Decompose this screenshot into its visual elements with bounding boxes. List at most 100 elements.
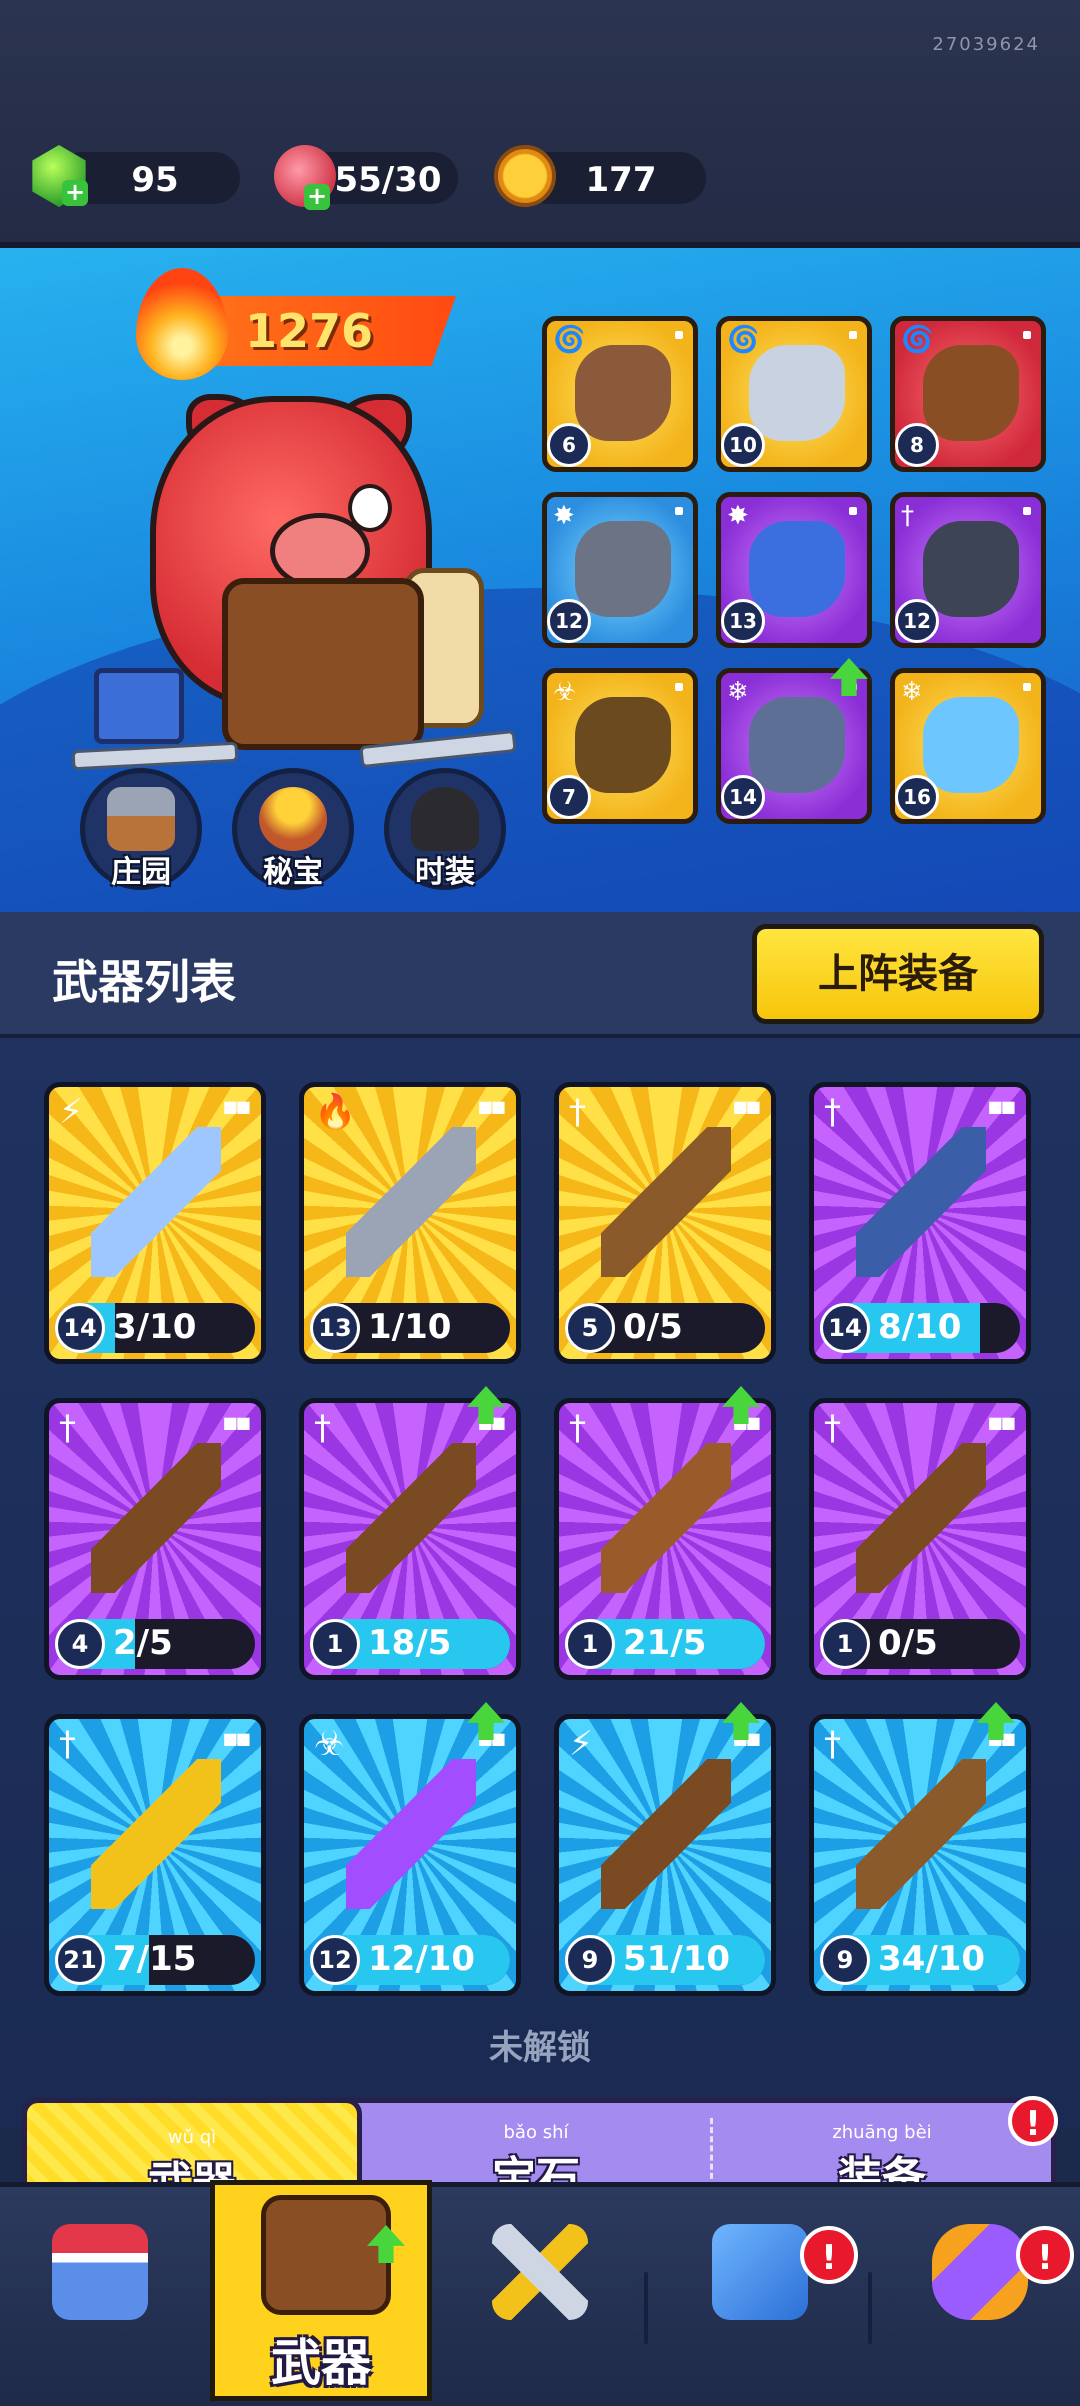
snowflake-icon: ❄ — [901, 677, 923, 707]
progress-text: 0/5 — [878, 1623, 938, 1663]
sword-icon: † — [314, 1408, 331, 1448]
toxic-icon: ☣ — [553, 677, 577, 707]
ice-crystal-icon — [923, 697, 1019, 793]
gem-value: 95 — [131, 160, 179, 200]
nav-weapons[interactable]: 武器 — [210, 2180, 432, 2401]
equipped-slot[interactable]: ❄ 16 — [890, 668, 1046, 824]
star-dots: ■■ — [987, 1097, 1016, 1116]
level-badge: 14 — [55, 1303, 105, 1353]
nav-shop[interactable] — [20, 2190, 180, 2390]
level-badge: 6 — [547, 423, 591, 467]
weapon-card[interactable]: † ■■ 2/5 4 — [44, 1398, 266, 1680]
level-badge: 16 — [895, 775, 939, 819]
equipped-slot[interactable]: ✸ 12 — [542, 492, 698, 648]
crossed-swords-icon — [492, 2224, 588, 2320]
coin-icon — [494, 145, 556, 207]
equipment-alert-icon: ! — [1008, 2096, 1058, 2146]
frost-wand-icon — [749, 697, 845, 793]
capsule-alert-icon: ! — [1016, 2226, 1074, 2284]
progress-text: 18/5 — [368, 1623, 452, 1663]
sword-icon: † — [59, 1724, 76, 1764]
nunchaku-icon — [601, 1759, 731, 1909]
weapon-card[interactable]: † ■■ 8/10 14 — [809, 1082, 1031, 1364]
gem-counter[interactable]: 95 — [70, 152, 240, 204]
equipped-slot[interactable]: † 12 — [890, 492, 1046, 648]
lightning-icon: ⚡ — [59, 1092, 83, 1132]
snowflake-icon: ❄ — [727, 677, 749, 707]
build-id: 27039624 — [932, 34, 1040, 55]
costume-button[interactable]: 时装 — [384, 768, 506, 890]
weapon-card[interactable]: † ■■ 7/15 21 — [44, 1714, 266, 1996]
sword-icon: † — [824, 1408, 841, 1448]
equip-button[interactable]: 上阵装备 — [752, 924, 1044, 1024]
weapon-list-title: 武器列表 — [52, 955, 236, 1009]
level-badge: 9 — [820, 1935, 870, 1985]
nav-map[interactable] — [680, 2190, 840, 2390]
weapon-card[interactable]: † ■■ 0/5 5 — [554, 1082, 776, 1364]
star-dots: ■■ — [732, 1097, 761, 1116]
wooden-sword-icon — [856, 1759, 986, 1909]
add-meat-icon[interactable]: + — [304, 184, 330, 210]
tab-equipment-pinyin: zhuāng bèi — [832, 2122, 932, 2143]
progress-text: 3/10 — [113, 1307, 197, 1347]
level-badge: 12 — [310, 1935, 360, 1985]
toxic-icon: ☣ — [314, 1724, 345, 1764]
star-dots: ■■ — [222, 1413, 251, 1432]
weapon-card[interactable]: ⚡■■51/109 — [554, 1714, 776, 1996]
nav-weapons-label: 武器 — [271, 2334, 371, 2392]
weapon-card[interactable]: †■■21/51 — [554, 1398, 776, 1680]
shop-icon — [52, 2224, 148, 2320]
weapon-card[interactable]: † ■■ 0/5 1 — [809, 1398, 1031, 1680]
spellbook-icon — [923, 345, 1019, 441]
equipped-slot[interactable]: ☣ 7 — [542, 668, 698, 824]
burst-icon: ✸ — [727, 501, 749, 531]
flame-icon — [136, 268, 228, 380]
slot-dot — [1023, 331, 1031, 339]
progress-text: 34/10 — [878, 1939, 986, 1979]
treasure-button[interactable]: 秘宝 — [232, 768, 354, 890]
rake-icon — [91, 1443, 221, 1593]
equipped-slot[interactable]: ✸ 13 — [716, 492, 872, 648]
nav-capsule[interactable] — [900, 2190, 1060, 2390]
coin-counter[interactable]: 177 — [536, 152, 706, 204]
lightning-staff-icon — [91, 1127, 221, 1277]
equipped-slot[interactable]: 🌀 10 — [716, 316, 872, 472]
top-resource-bar — [0, 0, 1080, 248]
level-badge: 1 — [565, 1619, 615, 1669]
weapon-bag-icon — [261, 2195, 391, 2315]
weapon-card[interactable]: †■■18/51 — [299, 1398, 521, 1680]
slot-dot — [675, 683, 683, 691]
nav-battle[interactable] — [460, 2190, 620, 2390]
level-badge: 13 — [721, 599, 765, 643]
gauntlet-icon — [575, 521, 671, 617]
weapon-card[interactable]: 🔥 ■■ 1/10 13 — [299, 1082, 521, 1364]
burst-icon: ✸ — [553, 501, 575, 531]
slot-dot — [675, 507, 683, 515]
treasure-label: 秘宝 — [263, 855, 323, 890]
progress-text: 2/5 — [113, 1623, 173, 1663]
level-badge: 1 — [820, 1619, 870, 1669]
feather-icon — [749, 345, 845, 441]
tornado-icon: 🌀 — [553, 325, 586, 355]
equipped-slot[interactable]: 🌀 6 — [542, 316, 698, 472]
fedora-hat-icon — [411, 787, 479, 851]
hand-cannon-icon — [601, 1127, 731, 1277]
progress-text: 7/15 — [113, 1939, 197, 1979]
flintlock-pistol-icon — [856, 1127, 986, 1277]
weapon-card[interactable]: ⚡ ■■ 3/10 14 — [44, 1082, 266, 1364]
equipped-slot[interactable]: 🌀 8 — [890, 316, 1046, 472]
add-gem-icon[interactable]: + — [62, 180, 88, 206]
weapon-card[interactable]: ☣■■12/1012 — [299, 1714, 521, 1996]
star-dots: ■■ — [477, 1097, 506, 1116]
sword-icon: † — [824, 1092, 841, 1132]
level-badge: 12 — [547, 599, 591, 643]
star-dots: ■■ — [222, 1729, 251, 1748]
sword-icon: † — [824, 1724, 841, 1764]
weapon-card[interactable]: †■■34/109 — [809, 1714, 1031, 1996]
crossbow-icon — [346, 1443, 476, 1593]
meat-counter[interactable]: 55/30 — [318, 152, 458, 204]
tornado-icon: 🌀 — [727, 325, 760, 355]
manor-button[interactable]: 庄园 — [80, 768, 202, 890]
sword-icon: † — [901, 501, 914, 531]
progress-text: 8/10 — [878, 1307, 962, 1347]
